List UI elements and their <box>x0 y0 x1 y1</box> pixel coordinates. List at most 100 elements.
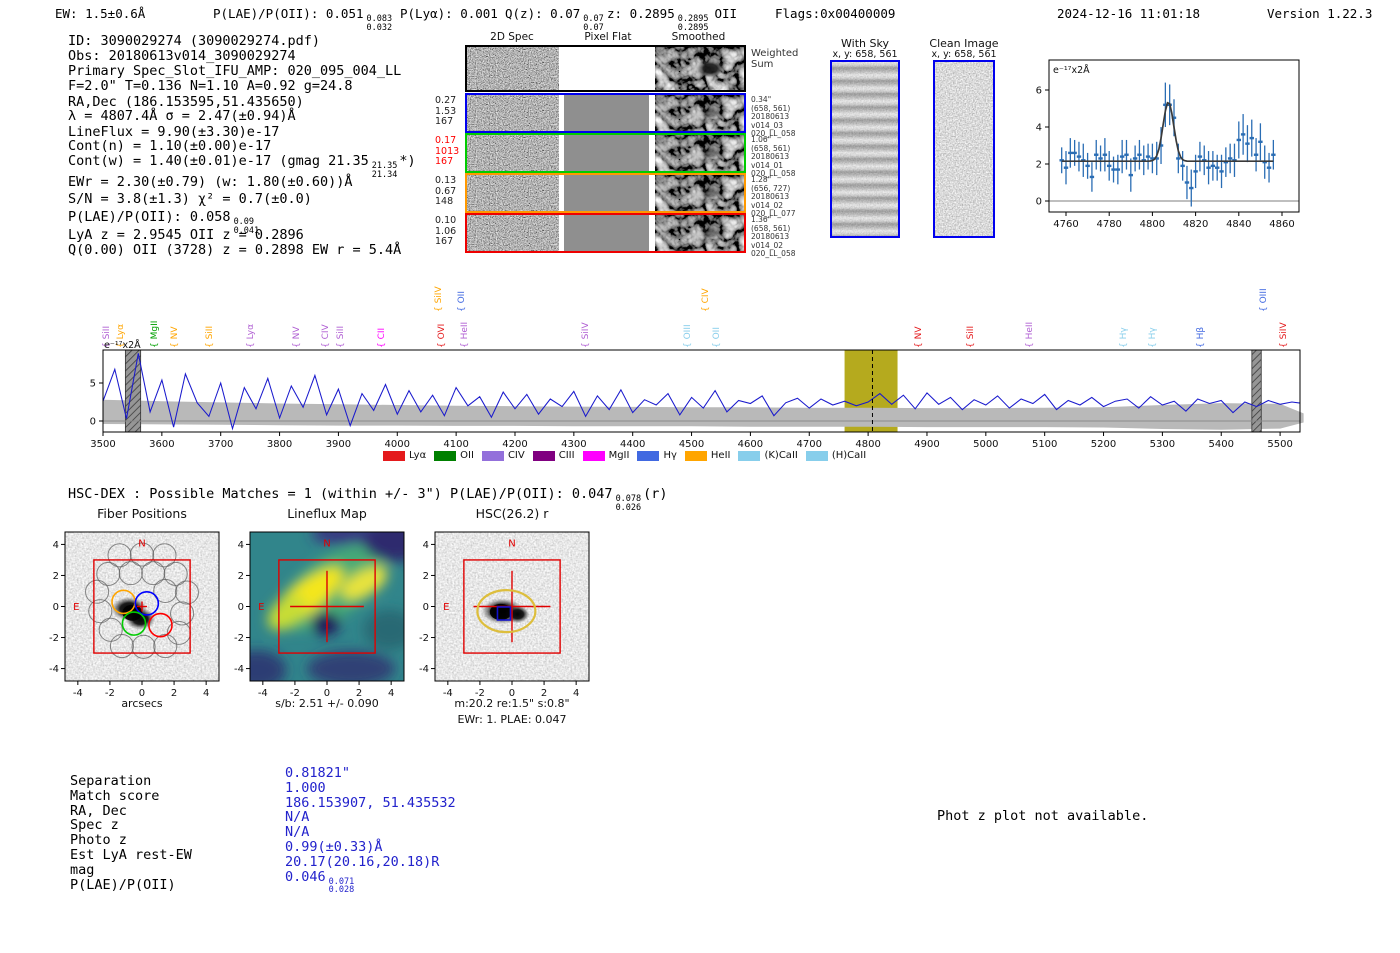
header-z-value: z: 0.2895 <box>607 6 675 21</box>
svg-text:4780: 4780 <box>1096 219 1121 230</box>
lineflux-xlabel: s/b: 2.51 +/- 0.090 <box>275 697 379 710</box>
legend-label: HeII <box>710 450 731 461</box>
legend-item: HeII <box>684 450 731 461</box>
match-value: 186.153907, 51.435532 <box>285 794 456 811</box>
svg-text:3700: 3700 <box>208 439 233 450</box>
svg-text:0: 0 <box>238 602 244 613</box>
svg-text:0: 0 <box>1036 197 1042 208</box>
spec2d-col-smoothed: Smoothed <box>671 31 726 43</box>
svg-text:4760: 4760 <box>1053 219 1078 230</box>
full-spectrum-plot: 3500 3600 3700 3800 3900 4000 4100 4200 4300 4400… <box>80 338 1320 458</box>
spec2d-right-label: 1.36" (658, 561) 20180613 v014_02 020_LL_058 <box>751 215 796 259</box>
legend-label: (K)CaII <box>764 450 798 461</box>
legend-swatch <box>582 450 605 461</box>
svg-text:4840: 4840 <box>1226 219 1251 230</box>
svg-text:2: 2 <box>1036 160 1042 171</box>
svg-text:4400: 4400 <box>620 439 645 450</box>
spec2d-cell-noise <box>467 135 559 171</box>
match-label: mag <box>70 861 95 878</box>
svg-text:N: N <box>138 539 145 550</box>
full-spectrum-plot-svg: 3500 3600 3700 3800 3900 4000 4100 4200 4300 4400… <box>90 339 1304 450</box>
svg-text:3600: 3600 <box>149 439 174 450</box>
legend-item: CIV <box>481 450 525 461</box>
svg-text:4200: 4200 <box>502 439 527 450</box>
legend-swatch <box>637 450 660 461</box>
svg-text:5000: 5000 <box>973 439 998 450</box>
info-lambda-sigma: λ = 4807.4Å σ = 2.47(±0.94)Å <box>68 108 296 124</box>
fiber-positions-svg: -4-4-2-2002244 NE <box>49 531 220 699</box>
spec2d-cell-flat <box>564 215 649 251</box>
svg-text:4700: 4700 <box>797 439 822 450</box>
with-sky-coords: x, y: 658, 561 <box>832 49 898 60</box>
svg-text:2: 2 <box>53 571 59 582</box>
legend-item: Hγ <box>637 450 677 461</box>
info-sn-chi2: S/N = 3.8(±1.3) χ² = 0.7(±0.0) <box>68 191 312 207</box>
svg-text:-2: -2 <box>234 633 244 644</box>
svg-text:4: 4 <box>238 540 244 551</box>
spec2d-row <box>465 45 746 92</box>
spec2d-left-label: 0.13 0.67 148 <box>435 175 457 207</box>
spec2d-cell-noise <box>467 175 559 211</box>
spec2d-cell-smooth <box>655 135 744 171</box>
spec2d-row <box>465 173 746 213</box>
spec2d-row <box>465 93 746 133</box>
legend-item: (H)CaII <box>805 450 866 461</box>
legend-swatch <box>434 450 457 461</box>
svg-text:4100: 4100 <box>443 439 468 450</box>
header-z: z: 0.2895 0.2895 0.2895 OII <box>607 6 737 32</box>
header-plae-range: 0.083 0.032 <box>366 14 393 33</box>
svg-text:E: E <box>258 602 264 613</box>
spec2d-right-label: 0.34" (658, 561) 20180613 v014_03 020_LL_058 <box>751 95 796 139</box>
svg-text:5200: 5200 <box>1091 439 1116 450</box>
header-version: Version 1.22.3 <box>1267 6 1373 21</box>
svg-text:3500: 3500 <box>90 439 115 450</box>
info-obs: Obs: 20180613v014_3090029274 <box>68 48 296 64</box>
header-plae: P(LAE)/P(OII): 0.051 0.083 0.032 <box>213 6 394 32</box>
info-q-oii: Q(0.00) OII (3728) z = 0.2898 EW r = 5.4… <box>68 242 402 258</box>
spec2d-col-pixelflat: Pixel Flat <box>584 31 632 43</box>
clean-noise-texture <box>935 62 993 236</box>
svg-text:5300: 5300 <box>1150 439 1175 450</box>
svg-text:4: 4 <box>423 540 429 551</box>
spec2d-right-label: 1.28" (656, 727) 20180613 v014_02 020_LL_077 <box>751 175 796 219</box>
lineflux-map-title: Lineflux Map <box>287 506 367 521</box>
fiber-xlabel: arcsecs <box>121 697 163 710</box>
spec2d-row <box>465 213 746 253</box>
spec2d-cell-smooth <box>655 95 744 131</box>
legend-label: Hγ <box>663 450 677 461</box>
spec2d-col-2dspec: 2D Spec <box>490 31 534 43</box>
svg-text:3900: 3900 <box>326 439 351 450</box>
legend-label: CIV <box>507 450 525 461</box>
svg-text:2: 2 <box>238 571 244 582</box>
svg-text:4600: 4600 <box>738 439 763 450</box>
match-label: Match score <box>70 787 160 804</box>
legend-label: CIII <box>558 450 575 461</box>
svg-text:e⁻¹⁷x2Å: e⁻¹⁷x2Å <box>104 339 141 351</box>
svg-text:N: N <box>508 539 515 550</box>
legend-item: (K)CaII <box>738 450 798 461</box>
svg-text:4800: 4800 <box>1140 219 1165 230</box>
svg-text:4500: 4500 <box>679 439 704 450</box>
info-ewr: EWr = 2.30(±0.79) (w: 1.80(±0.60))Å <box>68 174 353 190</box>
emission-line-label: { SiIV <box>433 286 444 312</box>
svg-text:5100: 5100 <box>1032 439 1057 450</box>
svg-text:2: 2 <box>423 571 429 582</box>
info-primary-spec: Primary Spec_Slot_IFU_AMP: 020_095_004_L… <box>68 63 402 79</box>
fiber-positions-title: Fiber Positions <box>97 506 187 521</box>
svg-text:4860: 4860 <box>1269 219 1294 230</box>
legend-swatch <box>481 450 504 461</box>
match-value: 20.17(20.16,20.18)R <box>285 853 440 870</box>
hsc-cutout-svg: -4-4-2-2002244 NE <box>419 531 590 699</box>
legend-swatch <box>532 450 555 461</box>
page: EW: 1.5±0.6Å P(LAE)/P(OII): 0.051 0.083 0.… <box>0 0 1400 953</box>
spec2d-cell-smooth <box>655 215 744 251</box>
match-value: N/A <box>285 809 310 826</box>
spec2d-right-label: Weighted Sum <box>751 48 799 70</box>
match-label: Separation <box>70 773 152 789</box>
hsc-xlabel2: EWr: 1. PLAE: 0.047 <box>457 713 567 726</box>
match-value: 1.000 <box>285 779 326 796</box>
svg-text:5500: 5500 <box>1267 439 1292 450</box>
legend-swatch <box>805 450 828 461</box>
legend-label: MgII <box>608 450 630 461</box>
svg-text:4000: 4000 <box>385 439 410 450</box>
